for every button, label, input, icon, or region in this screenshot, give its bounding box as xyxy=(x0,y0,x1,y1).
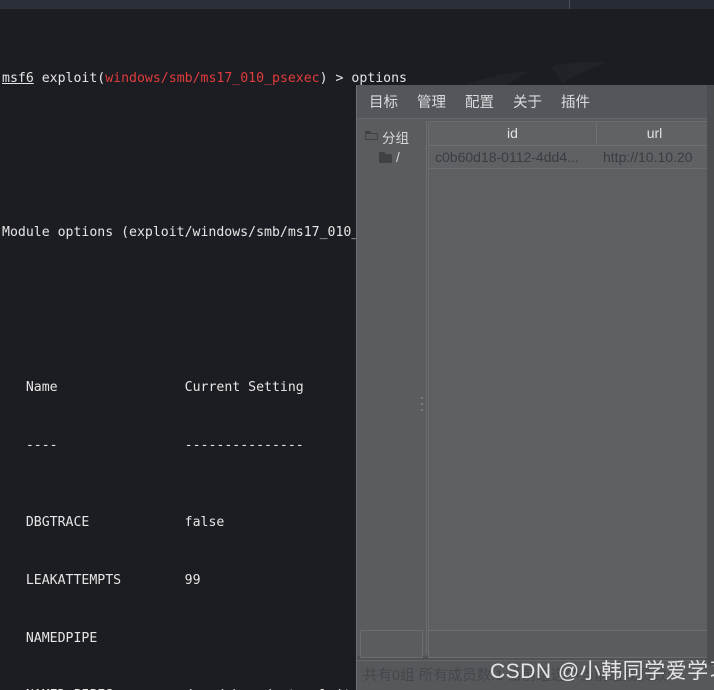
module-rule-name: ---- xyxy=(25,437,58,453)
pad xyxy=(89,515,184,530)
prompt-cmd-prefix: exploit( xyxy=(33,70,106,86)
group-tree-panel[interactable]: 分组 / xyxy=(359,121,427,654)
splitter-dot xyxy=(421,409,423,411)
folder-open-icon xyxy=(365,130,378,142)
msf-prompt-user: msf6 xyxy=(2,70,34,86)
table-row[interactable]: c0b60d18-0112-4dd4... http://10.10.20 xyxy=(429,146,712,169)
prompt-cmd-suffix: ) > xyxy=(319,70,352,86)
opt-name: NAMEDPIPE xyxy=(25,630,98,646)
tree-item-root[interactable]: / xyxy=(359,147,426,168)
opt-name: LEAKATTEMPTS xyxy=(25,572,122,588)
chinese-tool-window[interactable]: 目标 管理 配置 关于 插件 分组 / id url c0b60d18-0112… xyxy=(356,85,714,690)
menu-item-about[interactable]: 关于 xyxy=(513,91,542,112)
folder-icon xyxy=(379,151,392,163)
column-header-id[interactable]: id xyxy=(429,122,597,145)
module-col-setting-header: Current Setting xyxy=(184,379,304,395)
pad-mh1 xyxy=(58,380,185,395)
vertical-scrollbar[interactable] xyxy=(707,85,714,665)
pad-mr1 xyxy=(58,438,185,453)
menu-item-plugins[interactable]: 插件 xyxy=(561,91,590,112)
module-rule-setting: --------------- xyxy=(184,437,304,453)
panel-splitter-handle[interactable] xyxy=(419,397,425,421)
tree-item-group[interactable]: 分组 xyxy=(359,126,426,147)
prompt-module-path: windows/smb/ms17_010_psexec xyxy=(105,70,320,86)
splitter-dot xyxy=(421,403,423,405)
pad xyxy=(121,573,185,588)
column-header-url[interactable]: url xyxy=(597,122,712,145)
menu-item-config[interactable]: 配置 xyxy=(465,91,494,112)
bottom-box-left[interactable] xyxy=(360,630,423,658)
bottom-toolbar-area xyxy=(357,630,714,658)
splitter-dot xyxy=(421,397,423,399)
cell-id: c0b60d18-0112-4dd4... xyxy=(435,149,579,165)
prompt-command: options xyxy=(351,70,407,86)
table-header-row: id url xyxy=(429,122,712,146)
cell-url: http://10.10.20 xyxy=(603,149,693,165)
tree-item-label: / xyxy=(396,150,400,165)
tree-item-label: 分组 xyxy=(382,130,409,146)
module-col-name-header: Name xyxy=(25,379,58,395)
opt-name: DBGTRACE xyxy=(25,514,90,530)
opt-value: 99 xyxy=(184,572,201,588)
csdn-watermark: CSDN @小韩同学爱学习 xyxy=(490,660,714,683)
titlebar-active-segment xyxy=(0,0,570,9)
cn-window-body: 分组 / id url c0b60d18-0112-4dd4... http:/… xyxy=(357,119,714,656)
pad xyxy=(97,631,184,646)
desktop-background: msf6 exploit(windows/smb/ms17_010_psexec… xyxy=(0,0,714,690)
cn-menubar: 目标 管理 配置 关于 插件 xyxy=(357,85,714,119)
opt-value: false xyxy=(184,514,225,530)
menu-item-target[interactable]: 目标 xyxy=(369,91,398,112)
bottom-box-right[interactable] xyxy=(428,630,712,658)
shells-table[interactable]: id url c0b60d18-0112-4dd4... http://10.1… xyxy=(428,121,713,654)
menu-item-manage[interactable]: 管理 xyxy=(417,91,446,112)
